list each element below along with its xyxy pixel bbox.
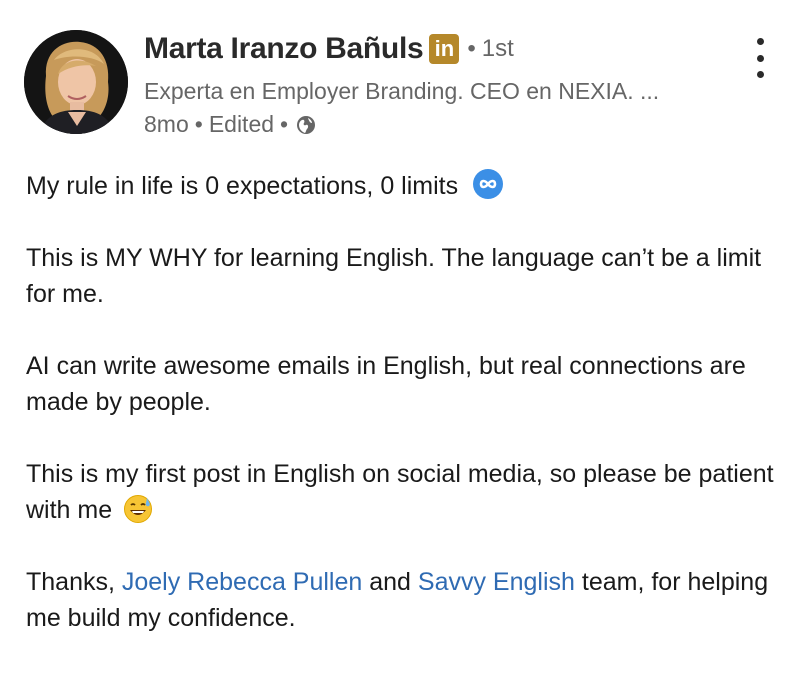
meta-separator: • [194, 111, 203, 137]
infinity-icon [473, 169, 504, 199]
edited-label: Edited [208, 111, 275, 137]
post-paragraph: This is my first post in English on soci… [26, 456, 786, 528]
more-dot [756, 54, 764, 62]
more-dot [756, 71, 764, 78]
post-body: My rule in life is 0 expectations, 0 lim… [26, 168, 786, 636]
linkedin-badge-icon: in [429, 34, 460, 64]
avatar-photo [24, 30, 128, 134]
author-avatar[interactable] [24, 30, 128, 134]
sweat-smile-emoji [124, 495, 153, 523]
post-header: Marta Iranzo Bañuls in • 1st Experta en E… [0, 0, 800, 150]
author-line: Marta Iranzo Bañuls in • 1st [144, 32, 514, 66]
post-paragraph: Thanks, Joely Rebecca Pullen and Savvy E… [26, 564, 786, 636]
author-headline: Experta en Employer Branding. CEO en NEX… [144, 78, 660, 104]
more-options-icon[interactable] [750, 38, 770, 78]
post-meta: 8mo • Edited • [144, 111, 316, 138]
meta-separator: • [280, 111, 289, 137]
globe-icon [297, 115, 316, 134]
post-time: 8mo [144, 111, 189, 137]
paragraph-text: Thanks, [26, 568, 122, 596]
mention-link[interactable]: Savvy English [418, 568, 575, 596]
paragraph-text: My rule in life is 0 expectations, 0 lim… [26, 172, 459, 200]
paragraph-text: and [362, 568, 418, 596]
connection-degree: • 1st [467, 35, 514, 62]
post-paragraph: AI can write awesome emails in English, … [26, 352, 746, 416]
post-paragraph: This is MY WHY for learning English. The… [26, 244, 762, 308]
mention-link[interactable]: Joely Rebecca Pullen [122, 568, 362, 596]
author-name[interactable]: Marta Iranzo Bañuls [144, 32, 424, 66]
more-dot [756, 38, 764, 45]
post-paragraph: My rule in life is 0 expectations, 0 lim… [26, 168, 786, 204]
degree-label: 1st [481, 35, 514, 62]
